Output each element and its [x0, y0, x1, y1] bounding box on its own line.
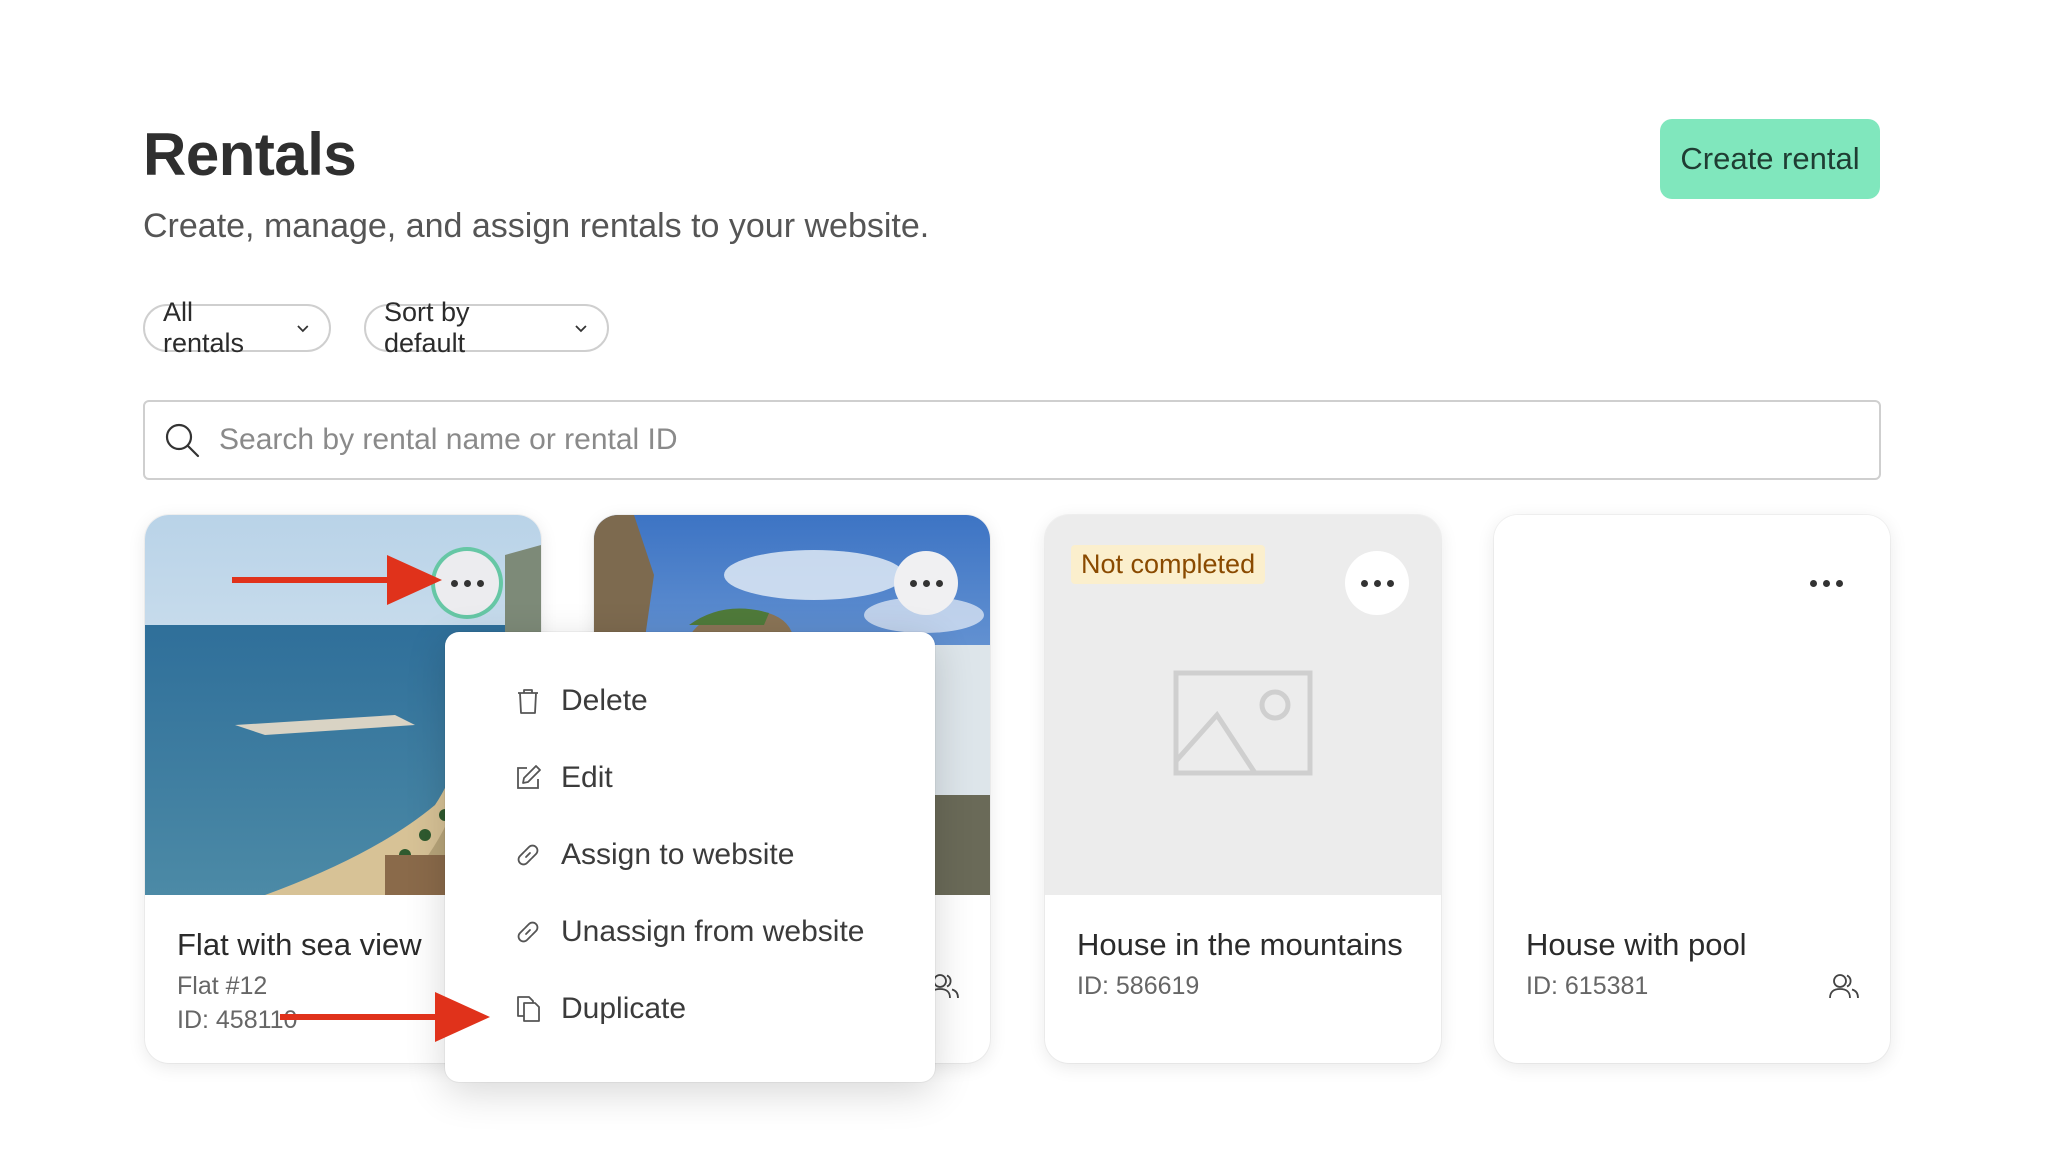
link-icon [517, 844, 539, 865]
card-info: House in the mountains ID: 586619 [1077, 927, 1417, 1003]
rental-id: ID: 615381 [1526, 972, 1649, 1000]
rental-context-menu: Delete Edit Assign to website Unassign f… [445, 632, 935, 1082]
chevron-down-icon [297, 325, 309, 333]
link-icon [517, 921, 539, 942]
more-options-button[interactable] [435, 551, 499, 615]
rental-card[interactable]: Not completed House in the mountains ID:… [1045, 515, 1441, 1063]
page-subtitle: Create, manage, and assign rentals to yo… [143, 207, 930, 245]
status-badge: Not completed [1071, 545, 1266, 584]
edit-icon [517, 764, 541, 789]
chevron-down-icon [575, 325, 587, 333]
search-bar [143, 400, 1881, 480]
all-rentals-filter-label: All rentals [163, 297, 245, 358]
menu-item-unassign[interactable]: Unassign from website [445, 893, 935, 970]
duplicate-icon [517, 995, 540, 1022]
more-options-button[interactable] [1345, 551, 1409, 615]
annotation-arrow [280, 992, 490, 1042]
rental-name: House in the mountains [1077, 927, 1403, 962]
search-icon [165, 423, 200, 458]
menu-item-assign[interactable]: Assign to website [445, 816, 935, 893]
sort-filter-label: Sort by default [384, 297, 470, 358]
card-info: House with pool ID: 615381 [1526, 927, 1866, 1003]
menu-item-label: Edit [561, 760, 613, 794]
page-title: Rentals [143, 121, 357, 188]
rentals-page: Rentals Create, manage, and assign renta… [0, 0, 2052, 1166]
menu-item-delete[interactable]: Delete [445, 662, 935, 739]
people-icon [1829, 974, 1859, 999]
more-options-button[interactable] [1794, 551, 1858, 615]
rental-name: House with pool [1526, 927, 1747, 962]
menu-item-label: Assign to website [561, 837, 795, 871]
menu-item-label: Duplicate [561, 991, 687, 1025]
annotation-arrow [232, 555, 442, 605]
all-rentals-filter[interactable]: All rentals [143, 297, 331, 358]
menu-item-label: Unassign from website [561, 914, 865, 948]
menu-item-edit[interactable]: Edit [445, 739, 935, 816]
rental-id: ID: 586619 [1077, 972, 1200, 1000]
sort-filter[interactable]: Sort by default [364, 297, 609, 358]
trash-icon [518, 688, 538, 714]
create-rental-button[interactable]: Create rental [1660, 119, 1880, 199]
menu-item-duplicate[interactable]: Duplicate [445, 970, 935, 1047]
menu-item-label: Delete [561, 683, 648, 717]
rental-card[interactable]: House with pool ID: 615381 [1494, 515, 1890, 1063]
more-options-button[interactable] [894, 551, 958, 615]
search-input[interactable] [219, 423, 1819, 457]
